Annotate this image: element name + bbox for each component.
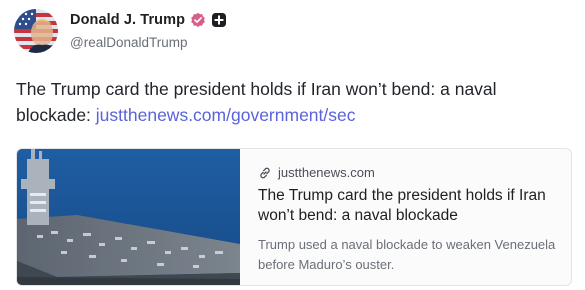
verified-badge-icon [190,12,206,28]
link-card-description: Trump used a naval blockade to weaken Ve… [258,237,556,272]
author-avatar[interactable] [14,9,58,53]
author-handle[interactable]: @realDonaldTrump [70,35,188,50]
link-card-domain: justthenews.com [278,165,375,180]
link-card-domain-row: justthenews.com [258,165,563,180]
link-card-title: The Trump card the president holds if Ir… [258,187,546,224]
link-icon [258,166,272,180]
plus-square-icon [211,12,227,28]
aircraft-carrier-photo [17,149,240,285]
author-display-name[interactable]: Donald J. Trump [70,12,185,28]
link-card-body: justthenews.com The Trump card the presi… [258,165,563,275]
truth-post: Donald J. Trump @realDonaldTrump The Tru… [0,0,585,290]
post-body: The Trump card the president holds if Ir… [16,76,571,128]
post-link[interactable]: justthenews.com/government/sec [96,105,356,125]
author-name-row: Donald J. Trump [70,12,227,28]
link-preview-card[interactable]: justthenews.com The Trump card the presi… [16,148,572,286]
avatar-flag-portrait [14,9,58,53]
